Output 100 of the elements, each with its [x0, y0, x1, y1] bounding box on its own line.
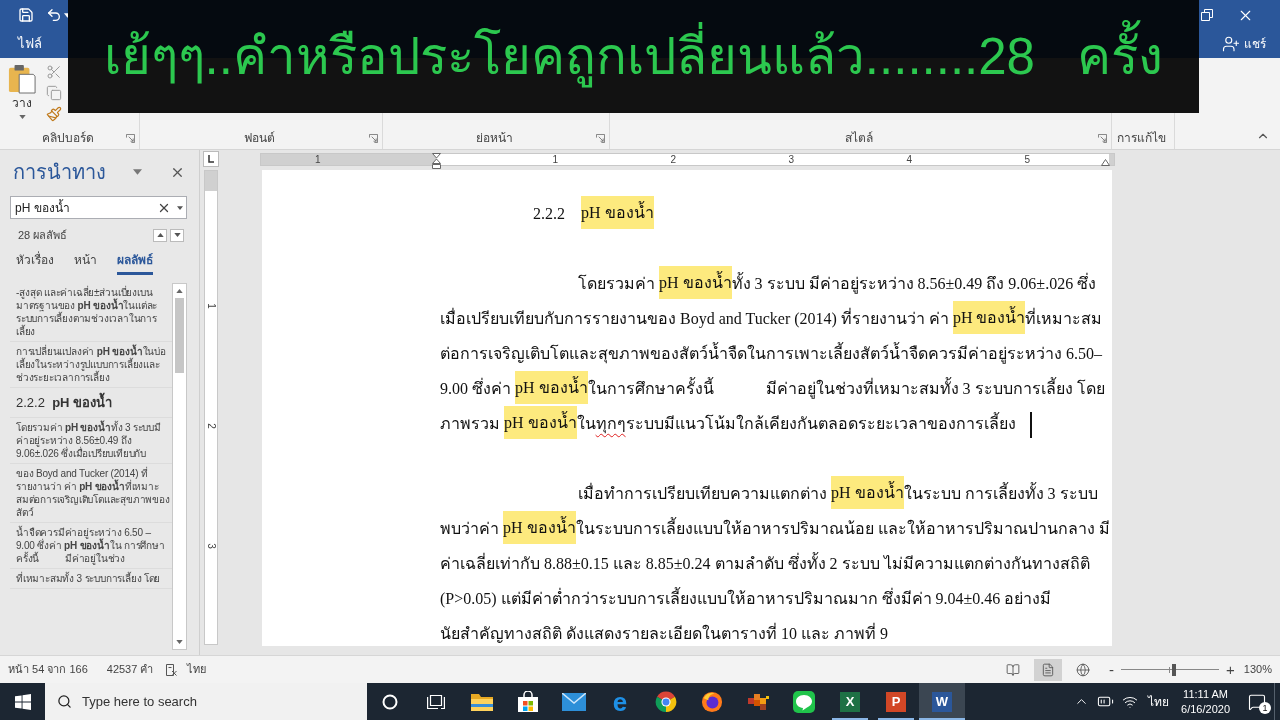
pixel-art-icon [746, 691, 770, 712]
file-tab[interactable]: ไฟล์ [10, 30, 50, 58]
paintbrush-icon[interactable] [46, 106, 62, 122]
body-text: โดยรวมค่า [578, 275, 656, 292]
dropdown-caret-icon[interactable] [177, 205, 183, 210]
group-label: ย่อหน้า [475, 130, 513, 147]
search-field[interactable]: pH ของน้ำ [10, 196, 187, 219]
pane-tab[interactable]: ผลลัพธ์ [117, 251, 153, 275]
share-button[interactable]: แชร์ [1222, 35, 1266, 53]
undo-icon[interactable] [46, 7, 62, 23]
dialog-launcher-icon[interactable] [596, 133, 605, 143]
ruler-number: 1 [552, 154, 558, 165]
indent-marker-icon[interactable] [432, 153, 441, 169]
highlighted-text: pH ของน้ำ [952, 301, 1026, 334]
highlighted-text: pH ของน้ำ [503, 511, 576, 544]
document-icon: W [932, 691, 952, 712]
pane-tab[interactable]: หน้า [74, 251, 97, 275]
globe-icon [1076, 662, 1091, 677]
banner-caption: เย้ๆๆ..คำหรือประโยคถูกเปลี่ยนแล้ว........28 ครั้ง [103, 18, 1164, 95]
save-icon[interactable] [18, 7, 34, 23]
scrollbar-thumb[interactable] [175, 298, 184, 373]
down-triangle-icon [173, 233, 181, 237]
page-layout-icon [1041, 662, 1056, 677]
shopping-bag-icon [517, 690, 539, 713]
ruler-number: 5 [1024, 154, 1030, 165]
dialog-launcher-icon[interactable] [369, 133, 378, 143]
dialog-launcher-icon[interactable] [1098, 133, 1107, 143]
dialog-launcher-icon[interactable] [126, 133, 135, 143]
pane-title: การนำทาง [12, 160, 106, 185]
ruler-number: 3 [788, 154, 794, 165]
paste-button[interactable]: วาง [0, 58, 44, 127]
zoom-level[interactable]: 130% [1243, 661, 1272, 678]
pane-tab[interactable]: หัวเรื่อง [16, 251, 54, 275]
down-triangle-icon [176, 640, 183, 644]
taskbar-button[interactable]: X [827, 683, 873, 720]
view-button[interactable] [1034, 658, 1063, 681]
globe-icon [701, 690, 723, 713]
result-count: 28 ผลลัพธ์ [18, 227, 68, 243]
ruler-number: 2 [206, 423, 216, 429]
chat-bubble-icon [793, 690, 815, 713]
up-triangle-icon [156, 233, 164, 237]
search-icon [57, 694, 72, 709]
zoom-slider-thumb[interactable] [1172, 663, 1176, 676]
up-triangle-icon [176, 289, 183, 293]
body-text: 2.2.2 [533, 205, 565, 222]
wheel-icon [655, 690, 677, 713]
folder-icon [470, 691, 494, 712]
read-mode-icon [1006, 662, 1021, 677]
notification-icon[interactable] [1248, 692, 1266, 711]
person-add-icon [1222, 35, 1240, 53]
body-text: ใน [576, 415, 596, 432]
previous-result-button[interactable] [153, 228, 167, 242]
ruler-number: 1 [206, 303, 216, 309]
next-result-button[interactable] [170, 228, 184, 242]
pane-options-caret-icon[interactable] [133, 169, 142, 175]
taskbar-button[interactable]: W [919, 683, 965, 720]
body-text: นัยสำคัญทางสถิติ ดังแสดงรายละเอียดในตารางที่ 10 และ ภาพที่ 9 [440, 625, 888, 642]
windows-logo-icon [14, 693, 31, 710]
highlighted-text: pH ของน้ำ [504, 406, 577, 439]
highlighted-text: pH ของน้ำ [831, 476, 904, 509]
taskbar-search-field[interactable]: Type here to search [45, 683, 367, 720]
presentation-icon: P [886, 691, 906, 712]
group-label: การแก้ไข [1116, 130, 1166, 147]
body-text: เมื่อเปรียบเทียบกับการรายงานของ Boyd and Tucker (2014) ที่รายงานว่า ค่า [440, 310, 950, 327]
group-label: สไตล์ [844, 130, 873, 147]
proofing-book-icon[interactable] [164, 662, 179, 677]
circle-icon [382, 693, 398, 710]
ruler-number: 2 [670, 154, 676, 165]
spreadsheet-icon: X [840, 691, 860, 712]
body-text: เมื่อทำการเปรียบเทียบความแตกต่าง [578, 485, 828, 502]
page-count[interactable]: หน้า 54 จาก 166 [8, 661, 88, 678]
zoom-in-button[interactable]: + [1226, 662, 1235, 677]
highlighted-text: pH ของน้ำ [515, 371, 588, 404]
group-label: ฟอนต์ [243, 130, 275, 147]
body-text: พบว่าค่า [440, 520, 500, 537]
restore-window-icon[interactable] [1201, 9, 1213, 21]
notification-count: 1 [1259, 702, 1271, 714]
clipboard-icon [8, 64, 36, 94]
highlighted-text: pH ของน้ำ [581, 196, 654, 229]
zoom-out-button[interactable]: - [1109, 662, 1115, 677]
clock[interactable]: 11:11 AM 6/16/2020 [1181, 686, 1230, 717]
tab-stop-icon[interactable] [203, 151, 219, 167]
body-text: 9.00 ซึ่งค่า [440, 380, 512, 397]
highlighted-text: pH ของน้ำ [659, 266, 732, 299]
taskbar-button[interactable]: P [873, 683, 919, 720]
body-text: ภาพรวม [440, 415, 501, 432]
group-label: คลิปบอร์ด [41, 130, 94, 147]
task-view-icon [427, 693, 445, 710]
ruler-number: 4 [906, 154, 912, 165]
taskbar-button[interactable]: e [597, 683, 643, 720]
word-count[interactable]: 42537 คำ [106, 661, 154, 678]
ruler-number: 1 [315, 154, 321, 165]
right-indent-marker-icon[interactable] [1101, 159, 1110, 166]
ruler-number: 3 [206, 543, 216, 549]
misspelled-word: ทุกๆ [595, 415, 626, 432]
body-text: ที่เหมาะสม [1025, 310, 1103, 327]
zoom-slider[interactable] [1121, 663, 1220, 676]
language-indicator[interactable]: ไทย [187, 661, 207, 678]
input-language[interactable]: ไทย [1148, 692, 1170, 711]
e-logo-icon: e [609, 689, 631, 714]
